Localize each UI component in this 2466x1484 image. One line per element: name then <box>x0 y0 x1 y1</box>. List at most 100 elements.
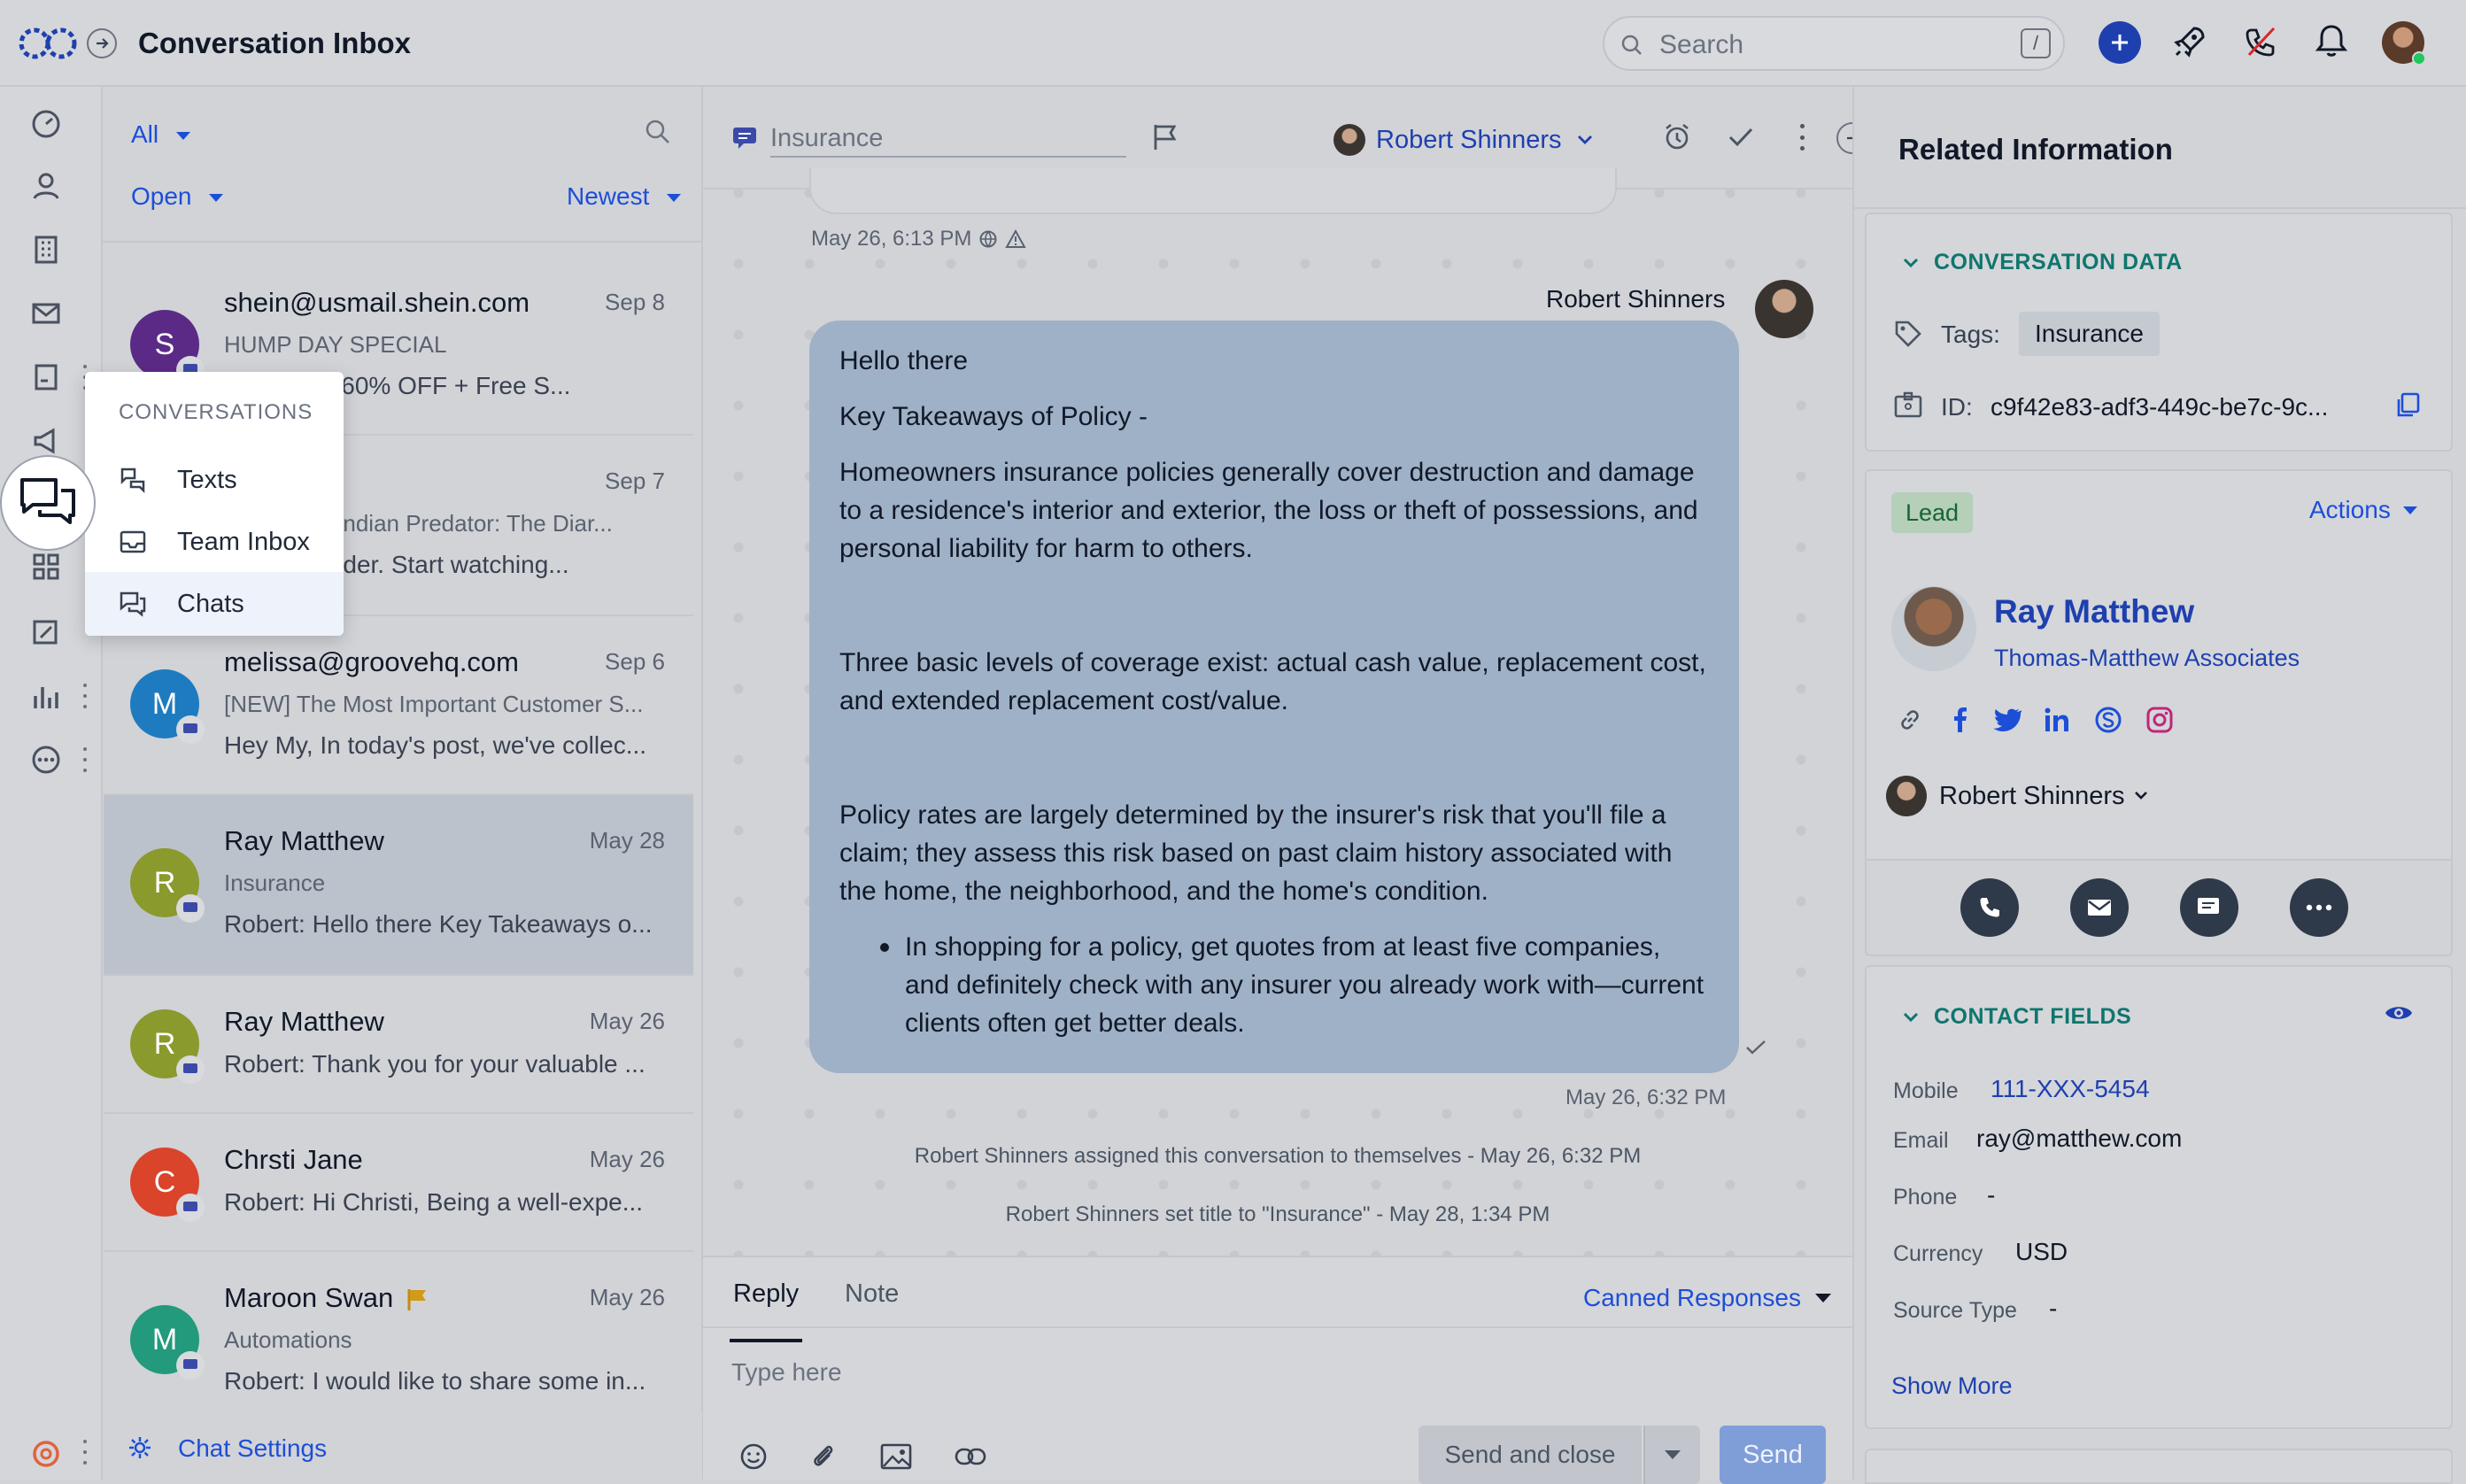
conversation-preview: Hey My, In today's post, we've collec... <box>224 731 647 759</box>
send-and-close-button[interactable]: Send and close <box>1419 1426 1642 1484</box>
user-avatar[interactable] <box>2382 21 2426 66</box>
website-link-icon[interactable] <box>1895 705 1925 735</box>
list-item[interactable]: M melissa@groovehq.com Sep 6 [NEW] The M… <box>104 616 693 795</box>
companies-icon[interactable] <box>27 230 66 269</box>
chat-channel-icon <box>176 715 205 744</box>
rocket-icon[interactable] <box>2171 23 2208 60</box>
link-icon[interactable] <box>955 1445 986 1468</box>
conversation-name: Chrsti Jane <box>224 1144 363 1175</box>
conversation-title-input[interactable]: Insurance <box>770 120 1126 158</box>
emoji-icon[interactable] <box>738 1441 769 1472</box>
app-logo-icon[interactable] <box>18 27 78 60</box>
list-item[interactable]: R Ray Matthew May 26 Robert: Thank you f… <box>104 976 693 1114</box>
contacts-icon[interactable] <box>27 166 66 205</box>
previous-message-timestamp: May 26, 6:13 PM <box>811 227 1027 251</box>
edit-form-icon[interactable] <box>27 613 66 652</box>
chat-channel-icon <box>176 1194 205 1222</box>
facebook-icon[interactable] <box>1944 705 1975 735</box>
more-actions-button[interactable] <box>2290 878 2348 937</box>
chat-more-options-icon[interactable] <box>1797 124 1806 151</box>
popup-item-label: Texts <box>177 466 237 494</box>
chat-channel-icon <box>176 894 205 923</box>
canned-responses-dropdown[interactable]: Canned Responses <box>1583 1284 1831 1312</box>
list-search-icon[interactable] <box>645 119 671 145</box>
message-input[interactable]: Type here <box>731 1346 1821 1399</box>
sms-button[interactable] <box>2180 878 2238 937</box>
reports-more-icon[interactable] <box>80 684 90 708</box>
linkedin-icon[interactable] <box>2042 705 2072 735</box>
actions-dropdown[interactable]: Actions <box>2309 496 2417 524</box>
email-button[interactable] <box>2070 878 2129 937</box>
skype-icon[interactable] <box>2093 705 2123 735</box>
global-search[interactable]: Search / <box>1603 16 2065 71</box>
list-item[interactable]: C Chrsti Jane May 26 Robert: Hi Christi,… <box>104 1114 693 1252</box>
contact-avatar <box>1891 586 1976 671</box>
image-icon[interactable] <box>880 1443 912 1470</box>
contact-owner-dropdown[interactable]: Robert Shinners <box>1886 776 2148 816</box>
help-lifebuoy-icon[interactable] <box>27 1434 66 1473</box>
dashboard-icon[interactable] <box>27 104 66 143</box>
conversation-date: Sep 6 <box>605 648 665 675</box>
status-filter-dropdown[interactable]: Open <box>131 182 224 211</box>
tab-note[interactable]: Note <box>845 1277 899 1310</box>
chevron-down-icon <box>1576 134 1594 146</box>
help-more-icon[interactable] <box>80 1440 90 1465</box>
search-shortcut-badge: / <box>2021 28 2051 58</box>
chevron-down-icon <box>209 194 224 203</box>
twitter-icon[interactable] <box>1992 705 2022 735</box>
copy-id-icon[interactable] <box>2394 391 2421 420</box>
more-options-icon[interactable] <box>27 740 66 779</box>
contact-avatar: M <box>130 669 205 744</box>
assignee-dropdown[interactable]: Robert Shinners <box>1333 120 1594 159</box>
owner-avatar <box>1886 776 1927 816</box>
list-item-selected[interactable]: R Ray Matthew May 28 Insurance Robert: H… <box>104 795 693 976</box>
field-label: Mobile <box>1893 1078 1959 1103</box>
list-item[interactable]: M Maroon Swan May 26 Automations Robert:… <box>104 1252 693 1411</box>
popup-item-team-inbox[interactable]: Team Inbox <box>85 510 344 572</box>
section-heading: CONTACT FIELDS <box>1934 1004 2132 1029</box>
attachment-paperclip-icon[interactable] <box>809 1441 838 1472</box>
more-options-dots-icon[interactable] <box>80 747 90 772</box>
mobile-value-link[interactable]: 111-XXX-5454 <box>1991 1075 2150 1103</box>
tab-reply[interactable]: Reply <box>730 1277 803 1342</box>
contact-avatar: C <box>130 1148 205 1222</box>
conversations-nav-icon[interactable] <box>0 455 96 551</box>
instagram-icon[interactable] <box>2145 705 2175 735</box>
snooze-alarm-icon[interactable] <box>1663 122 1691 152</box>
send-button[interactable]: Send <box>1720 1426 1826 1484</box>
documents-icon[interactable] <box>27 358 66 397</box>
call-button[interactable] <box>1960 878 2019 937</box>
contact-name-link[interactable]: Ray Matthew <box>1994 593 2194 630</box>
contact-avatar: R <box>130 1009 205 1084</box>
conversation-name: melissa@groovehq.com <box>224 646 519 677</box>
popup-item-chats[interactable]: Chats <box>85 572 344 636</box>
reports-icon[interactable] <box>27 676 66 715</box>
resolve-checkmark-icon[interactable] <box>1727 124 1755 151</box>
tag-chip[interactable]: Insurance <box>2019 312 2160 356</box>
flag-conversation-icon[interactable] <box>1151 122 1181 152</box>
send-options-dropdown[interactable] <box>1643 1426 1700 1484</box>
list-header-divider <box>103 241 701 243</box>
avatar-initial: M <box>151 1322 178 1356</box>
popup-item-texts[interactable]: Texts <box>85 448 344 510</box>
scope-filter-dropdown[interactable]: All <box>131 120 190 149</box>
contact-actions-bar <box>1865 859 2453 956</box>
chat-channel-icon <box>731 126 758 151</box>
phone-off-icon[interactable] <box>2244 25 2277 58</box>
chat-settings-link[interactable]: Chat Settings <box>104 1411 702 1480</box>
company-link[interactable]: Thomas-Matthew Associates <box>1994 645 2300 672</box>
email-icon[interactable] <box>27 294 66 333</box>
contact-avatar: R <box>130 848 205 923</box>
conversation-data-toggle[interactable]: CONVERSATION DATA <box>1902 250 2183 275</box>
notifications-bell-icon[interactable] <box>2315 23 2348 58</box>
avatar-initial: M <box>151 686 178 721</box>
show-more-link[interactable]: Show More <box>1891 1372 2013 1400</box>
email-value: ray@matthew.com <box>1976 1125 2183 1152</box>
conversation-name: Ray Matthew <box>224 825 384 856</box>
sort-dropdown[interactable]: Newest <box>567 182 682 211</box>
quick-add-button[interactable] <box>2099 21 2141 64</box>
expand-sidebar-icon[interactable] <box>87 28 117 58</box>
visibility-eye-icon[interactable] <box>2384 1002 2414 1024</box>
contact-fields-toggle[interactable]: CONTACT FIELDS <box>1902 1004 2131 1030</box>
apps-grid-icon[interactable] <box>27 547 66 586</box>
